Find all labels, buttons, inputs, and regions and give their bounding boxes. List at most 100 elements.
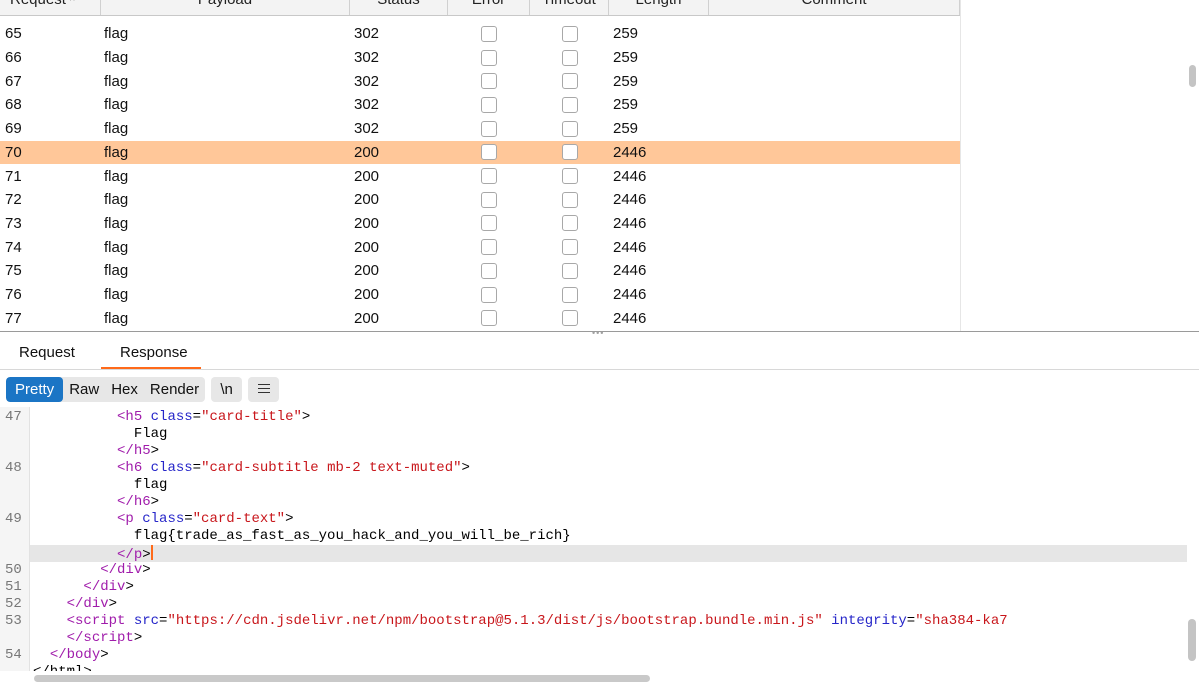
error-checkbox[interactable] [481,239,497,256]
line-number: 52 [5,596,22,612]
code-plain: > [133,630,143,646]
code-line: 52 </div> [0,596,1187,613]
newline-toggle-button[interactable]: \n [211,377,243,402]
cell-length: 2446 [613,309,647,327]
code-plain [823,613,831,629]
timeout-checkbox[interactable] [561,262,578,279]
code-text: Flag [33,426,168,443]
timeout-checkbox[interactable] [561,239,578,256]
table-row[interactable]: 72 flag 200 2446 [0,188,960,212]
column-header-payload[interactable]: Payload [101,0,350,15]
timeout-checkbox[interactable] [561,286,578,303]
code-plain: > [461,460,470,476]
code-plain: = [184,511,193,527]
table-row[interactable]: 74 flag 200 2446 [0,235,960,259]
editor-horizontal-scrollbar-thumb[interactable] [34,675,650,682]
code-attribute: class [150,460,193,476]
timeout-checkbox[interactable] [561,25,578,42]
code-text: </h5> [33,443,159,460]
code-tag: <script [66,613,126,629]
error-checkbox[interactable] [481,49,497,66]
code-plain: Flag [33,426,168,442]
column-header-status[interactable]: Status [350,0,448,15]
timeout-checkbox[interactable] [561,191,578,208]
table-row[interactable]: 77 flag 200 2446 [0,306,960,330]
cell-payload: flag [104,286,129,304]
timeout-checkbox[interactable] [561,73,578,90]
code-plain [125,613,133,629]
table-row[interactable]: 66 flag 302 259 [0,46,960,70]
timeout-checkbox[interactable] [561,168,578,185]
table-row[interactable]: 76 flag 200 2446 [0,283,960,307]
line-number: 51 [5,579,22,595]
error-checkbox[interactable] [481,215,497,232]
table-row[interactable]: 68 flag 302 259 [0,93,960,117]
cell-error [448,22,530,46]
cell-comment [709,22,960,46]
cell-length: 2446 [613,238,647,256]
error-checkbox[interactable] [481,191,497,208]
code-plain [134,511,142,527]
code-string: "card-title" [201,409,302,425]
code-line: Flag [0,426,1187,443]
cell-status: 302 [354,49,380,67]
timeout-checkbox[interactable] [561,310,578,327]
cell-comment [709,306,960,330]
column-header-error[interactable]: Error [448,0,530,15]
column-header-request[interactable]: Request^ [0,0,101,15]
table-row[interactable]: 69 flag 302 259 [0,117,960,141]
code-plain: > [301,409,311,425]
table-row[interactable]: 75 flag 200 2446 [0,259,960,283]
table-row[interactable]: 78flag200 2446 [0,330,960,331]
render-button[interactable]: Render [144,377,205,402]
tab-request[interactable]: Request [19,337,75,369]
error-checkbox[interactable] [481,25,497,42]
cell-length: 2446 [613,214,647,232]
error-checkbox[interactable] [481,262,497,279]
code-tag: <p [117,511,134,527]
cell-length: 2446 [609,330,709,331]
options-menu-button[interactable] [248,377,280,402]
code-text: flag [33,477,168,494]
table-row[interactable]: 65 flag 302 259 [0,22,960,46]
table-row[interactable]: 73 flag 200 2446 [0,212,960,236]
table-row[interactable]: 70 flag 200 2446 [0,140,960,165]
results-scrollbar-thumb[interactable] [1189,65,1196,87]
timeout-checkbox[interactable] [561,49,578,66]
error-checkbox[interactable] [481,168,497,185]
raw-button[interactable]: Raw [63,377,105,402]
hex-button[interactable]: Hex [105,377,144,402]
response-code-editor[interactable]: 47 <h5 class="card-title"> Flag </h5> 48 … [0,407,1199,671]
cell-status: 200 [354,286,380,304]
timeout-checkbox[interactable] [561,120,578,137]
error-checkbox[interactable] [481,144,497,161]
sort-ascending-icon: ^ [69,0,75,7]
timeout-checkbox[interactable] [561,215,578,232]
error-checkbox[interactable] [481,286,497,303]
editor-vertical-scrollbar-thumb[interactable] [1188,619,1196,661]
cell-comment [709,259,960,283]
column-header-length[interactable]: Length [609,0,709,15]
line-number: 50 [5,562,22,578]
error-checkbox[interactable] [481,73,497,90]
timeout-checkbox[interactable] [561,96,578,113]
code-plain [33,460,117,476]
cell-error [448,212,530,236]
column-header-comment[interactable]: Comment [709,0,960,15]
table-row[interactable]: 71 flag 200 2446 [0,164,960,188]
cell-error [448,141,530,165]
cell-status: 200 [354,191,380,209]
timeout-checkbox[interactable] [561,144,578,161]
code-text: <h5 class="card-title"> [33,409,310,426]
table-row[interactable]: 67 flag 302 259 [0,69,960,93]
code-line: </p> [30,545,1187,563]
code-plain: > [125,579,134,595]
tab-response[interactable]: Response [101,337,201,369]
error-checkbox[interactable] [481,96,497,113]
error-checkbox[interactable] [481,310,497,327]
pretty-button[interactable]: Pretty [6,377,64,402]
column-header-timeout[interactable]: Timeout [530,0,609,15]
code-line: </script> [0,630,1187,647]
error-checkbox[interactable] [481,120,497,137]
splitter-grip-icon[interactable]: ••• [592,329,608,338]
